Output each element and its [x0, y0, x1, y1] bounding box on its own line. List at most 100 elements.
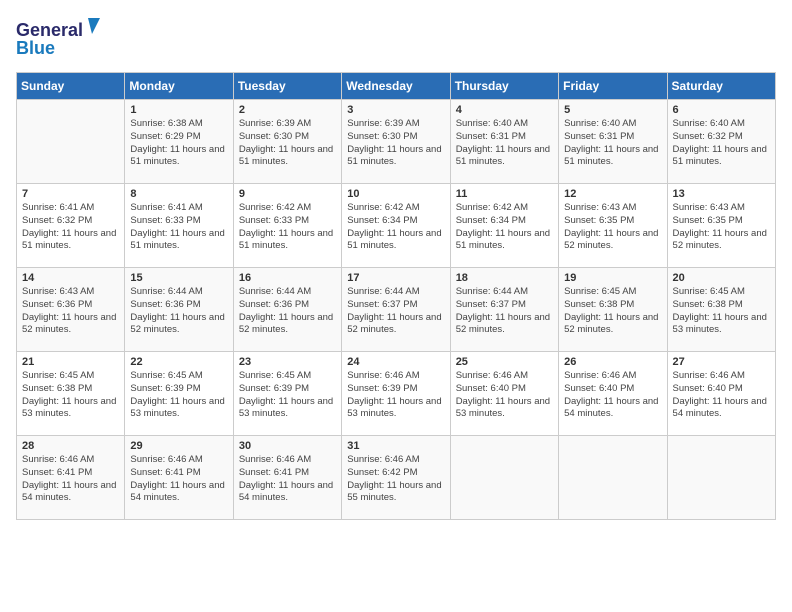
- day-number: 27: [673, 356, 770, 368]
- day-number: 17: [347, 272, 444, 284]
- cell-info: Sunrise: 6:42 AMSunset: 6:33 PMDaylight:…: [239, 202, 336, 253]
- calendar-cell: [667, 436, 775, 520]
- day-number: 3: [347, 104, 444, 116]
- day-number: 20: [673, 272, 770, 284]
- cell-info: Sunrise: 6:44 AMSunset: 6:37 PMDaylight:…: [347, 286, 444, 337]
- calendar-cell: 5Sunrise: 6:40 AMSunset: 6:31 PMDaylight…: [559, 100, 667, 184]
- logo: GeneralBlue: [16, 16, 106, 60]
- calendar-cell: 4Sunrise: 6:40 AMSunset: 6:31 PMDaylight…: [450, 100, 558, 184]
- calendar-cell: 12 Sunrise: 6:43 AMSunset: 6:35 PMDayligh…: [559, 184, 667, 268]
- cell-info: Sunrise: 6:44 AMSunset: 6:36 PMDaylight:…: [239, 286, 336, 337]
- calendar-cell: 6 Sunrise: 6:40 AMSunset: 6:32 PMDaylight…: [667, 100, 775, 184]
- cell-info: Sunrise: 6:46 AMSunset: 6:41 PMDaylight:…: [22, 454, 119, 505]
- calendar-cell: 3 Sunrise: 6:39 AMSunset: 6:30 PMDaylight…: [342, 100, 450, 184]
- day-number: 6: [673, 104, 770, 116]
- calendar-cell: 31 Sunrise: 6:46 AMSunset: 6:42 PMDayligh…: [342, 436, 450, 520]
- day-number: 10: [347, 188, 444, 200]
- day-number: 24: [347, 356, 444, 368]
- calendar-cell: 25 Sunrise: 6:46 AMSunset: 6:40 PMDayligh…: [450, 352, 558, 436]
- cell-info: Sunrise: 6:46 AMSunset: 6:40 PMDaylight:…: [456, 370, 553, 421]
- day-number: 29: [130, 440, 227, 452]
- day-number: 28: [22, 440, 119, 452]
- calendar-cell: 29 Sunrise: 6:46 AMSunset: 6:41 PMDayligh…: [125, 436, 233, 520]
- calendar-cell: 18 Sunrise: 6:44 AMSunset: 6:37 PMDayligh…: [450, 268, 558, 352]
- calendar-table: SundayMondayTuesdayWednesdayThursdayFrid…: [16, 72, 776, 520]
- cell-info: Sunrise: 6:41 AMSunset: 6:32 PMDaylight:…: [22, 202, 119, 253]
- cell-info: Sunrise: 6:43 AMSunset: 6:35 PMDaylight:…: [564, 202, 661, 253]
- column-header-monday: Monday: [125, 73, 233, 100]
- calendar-cell: 20Sunrise: 6:45 AMSunset: 6:38 PMDayligh…: [667, 268, 775, 352]
- cell-info: Sunrise: 6:44 AMSunset: 6:37 PMDaylight:…: [456, 286, 553, 337]
- calendar-cell: 22 Sunrise: 6:45 AMSunset: 6:39 PMDayligh…: [125, 352, 233, 436]
- week-row-4: 21 Sunrise: 6:45 AMSunset: 6:38 PMDayligh…: [17, 352, 776, 436]
- cell-info: Sunrise: 6:46 AMSunset: 6:40 PMDaylight:…: [564, 370, 661, 421]
- svg-text:Blue: Blue: [16, 38, 55, 58]
- svg-text:General: General: [16, 20, 83, 40]
- day-number: 1: [130, 104, 227, 116]
- week-row-1: 1 Sunrise: 6:38 AMSunset: 6:29 PMDaylight…: [17, 100, 776, 184]
- day-number: 31: [347, 440, 444, 452]
- cell-info: Sunrise: 6:45 AMSunset: 6:39 PMDaylight:…: [130, 370, 227, 421]
- cell-info: Sunrise: 6:43 AMSunset: 6:35 PMDaylight:…: [673, 202, 770, 253]
- calendar-cell: 30 Sunrise: 6:46 AMSunset: 6:41 PMDayligh…: [233, 436, 341, 520]
- cell-info: Sunrise: 6:42 AMSunset: 6:34 PMDaylight:…: [347, 202, 444, 253]
- calendar-cell: 11Sunrise: 6:42 AMSunset: 6:34 PMDayligh…: [450, 184, 558, 268]
- cell-info: Sunrise: 6:45 AMSunset: 6:39 PMDaylight:…: [239, 370, 336, 421]
- day-number: 12: [564, 188, 661, 200]
- day-number: 11: [456, 188, 553, 200]
- cell-info: Sunrise: 6:45 AMSunset: 6:38 PMDaylight:…: [564, 286, 661, 337]
- cell-info: Sunrise: 6:45 AMSunset: 6:38 PMDaylight:…: [22, 370, 119, 421]
- cell-info: Sunrise: 6:44 AMSunset: 6:36 PMDaylight:…: [130, 286, 227, 337]
- calendar-cell: 21 Sunrise: 6:45 AMSunset: 6:38 PMDayligh…: [17, 352, 125, 436]
- calendar-cell: 16 Sunrise: 6:44 AMSunset: 6:36 PMDayligh…: [233, 268, 341, 352]
- cell-info: Sunrise: 6:39 AMSunset: 6:30 PMDaylight:…: [239, 118, 336, 169]
- day-number: 7: [22, 188, 119, 200]
- calendar-cell: [17, 100, 125, 184]
- calendar-cell: [559, 436, 667, 520]
- day-number: 25: [456, 356, 553, 368]
- page-header: GeneralBlue: [16, 16, 776, 60]
- cell-info: Sunrise: 6:40 AMSunset: 6:31 PMDaylight:…: [564, 118, 661, 169]
- cell-info: Sunrise: 6:38 AMSunset: 6:29 PMDaylight:…: [130, 118, 227, 169]
- column-header-sunday: Sunday: [17, 73, 125, 100]
- week-row-2: 7 Sunrise: 6:41 AMSunset: 6:32 PMDaylight…: [17, 184, 776, 268]
- calendar-cell: 10 Sunrise: 6:42 AMSunset: 6:34 PMDayligh…: [342, 184, 450, 268]
- week-row-5: 28 Sunrise: 6:46 AMSunset: 6:41 PMDayligh…: [17, 436, 776, 520]
- calendar-cell: 24 Sunrise: 6:46 AMSunset: 6:39 PMDayligh…: [342, 352, 450, 436]
- day-number: 19: [564, 272, 661, 284]
- cell-info: Sunrise: 6:40 AMSunset: 6:32 PMDaylight:…: [673, 118, 770, 169]
- calendar-cell: 7 Sunrise: 6:41 AMSunset: 6:32 PMDaylight…: [17, 184, 125, 268]
- day-number: 14: [22, 272, 119, 284]
- calendar-cell: 13Sunrise: 6:43 AMSunset: 6:35 PMDayligh…: [667, 184, 775, 268]
- calendar-cell: 28 Sunrise: 6:46 AMSunset: 6:41 PMDayligh…: [17, 436, 125, 520]
- day-number: 22: [130, 356, 227, 368]
- logo-svg: GeneralBlue: [16, 16, 106, 60]
- cell-info: Sunrise: 6:40 AMSunset: 6:31 PMDaylight:…: [456, 118, 553, 169]
- cell-info: Sunrise: 6:46 AMSunset: 6:40 PMDaylight:…: [673, 370, 770, 421]
- cell-info: Sunrise: 6:46 AMSunset: 6:42 PMDaylight:…: [347, 454, 444, 505]
- calendar-cell: 2Sunrise: 6:39 AMSunset: 6:30 PMDaylight…: [233, 100, 341, 184]
- day-number: 16: [239, 272, 336, 284]
- day-number: 9: [239, 188, 336, 200]
- calendar-cell: 9 Sunrise: 6:42 AMSunset: 6:33 PMDaylight…: [233, 184, 341, 268]
- week-row-3: 14 Sunrise: 6:43 AMSunset: 6:36 PMDayligh…: [17, 268, 776, 352]
- cell-info: Sunrise: 6:46 AMSunset: 6:41 PMDaylight:…: [239, 454, 336, 505]
- calendar-cell: [450, 436, 558, 520]
- calendar-cell: 17 Sunrise: 6:44 AMSunset: 6:37 PMDayligh…: [342, 268, 450, 352]
- calendar-cell: 15Sunrise: 6:44 AMSunset: 6:36 PMDayligh…: [125, 268, 233, 352]
- column-header-friday: Friday: [559, 73, 667, 100]
- calendar-cell: 23Sunrise: 6:45 AMSunset: 6:39 PMDayligh…: [233, 352, 341, 436]
- column-header-wednesday: Wednesday: [342, 73, 450, 100]
- cell-info: Sunrise: 6:46 AMSunset: 6:41 PMDaylight:…: [130, 454, 227, 505]
- cell-info: Sunrise: 6:46 AMSunset: 6:39 PMDaylight:…: [347, 370, 444, 421]
- calendar-cell: 27 Sunrise: 6:46 AMSunset: 6:40 PMDayligh…: [667, 352, 775, 436]
- calendar-cell: 26Sunrise: 6:46 AMSunset: 6:40 PMDayligh…: [559, 352, 667, 436]
- cell-info: Sunrise: 6:43 AMSunset: 6:36 PMDaylight:…: [22, 286, 119, 337]
- day-number: 18: [456, 272, 553, 284]
- calendar-cell: 1 Sunrise: 6:38 AMSunset: 6:29 PMDaylight…: [125, 100, 233, 184]
- day-number: 30: [239, 440, 336, 452]
- day-number: 8: [130, 188, 227, 200]
- day-number: 21: [22, 356, 119, 368]
- cell-info: Sunrise: 6:39 AMSunset: 6:30 PMDaylight:…: [347, 118, 444, 169]
- calendar-cell: 8Sunrise: 6:41 AMSunset: 6:33 PMDaylight…: [125, 184, 233, 268]
